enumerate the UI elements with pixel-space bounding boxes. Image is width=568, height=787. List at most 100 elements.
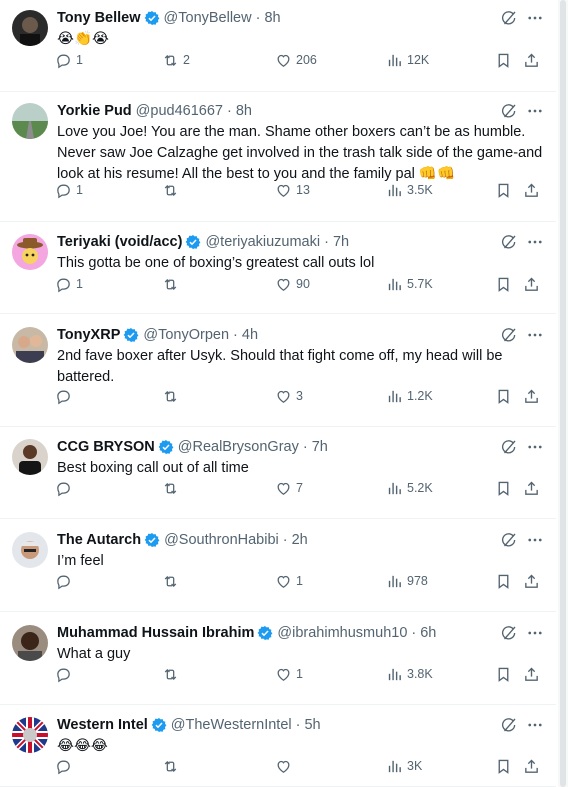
views-button[interactable]: 3.8K: [386, 663, 433, 685]
display-name[interactable]: Western Intel: [57, 717, 148, 733]
username-handle[interactable]: @TonyOrpen: [143, 327, 229, 343]
display-name[interactable]: Tony Bellew: [57, 10, 141, 26]
bookmark-button[interactable]: [495, 49, 512, 71]
share-button[interactable]: [523, 385, 540, 407]
more-icon[interactable]: [526, 438, 544, 456]
grok-icon[interactable]: [500, 326, 518, 344]
avatar[interactable]: [12, 717, 48, 753]
display-name[interactable]: Teriyaki (void/acc): [57, 234, 182, 250]
timestamp[interactable]: 6h: [420, 625, 436, 641]
reply-button[interactable]: 1: [55, 273, 83, 295]
retweet-button[interactable]: 2: [162, 49, 190, 71]
grok-icon[interactable]: [500, 233, 518, 251]
like-button[interactable]: 90: [275, 273, 310, 295]
tweet-item[interactable]: Yorkie Pud @pud461667 · 8h Love you Joe!…: [0, 92, 556, 222]
tweet-item[interactable]: Teriyaki (void/acc) @teriyakiuzumaki · 7…: [0, 222, 556, 314]
tweet-item[interactable]: TonyXRP @TonyOrpen · 4h 2nd fave boxer a…: [0, 314, 556, 427]
avatar[interactable]: [12, 327, 48, 363]
display-name[interactable]: CCG BRYSON: [57, 439, 155, 455]
scrollbar-thumb[interactable]: [560, 0, 566, 787]
views-button[interactable]: 12K: [386, 49, 429, 71]
like-button[interactable]: 7: [275, 477, 303, 499]
grok-icon[interactable]: [500, 102, 518, 120]
avatar[interactable]: [12, 234, 48, 270]
tweet-item[interactable]: Tony Bellew @TonyBellew · 8h 😭👏😭 1 2 206…: [0, 0, 556, 92]
timestamp[interactable]: 8h: [264, 10, 280, 26]
username-handle[interactable]: @pud461667: [136, 103, 223, 119]
avatar[interactable]: [12, 103, 48, 139]
like-button[interactable]: [275, 755, 296, 777]
views-button[interactable]: 5.7K: [386, 273, 433, 295]
share-button[interactable]: [523, 477, 540, 499]
tweet-item[interactable]: Muhammad Hussain Ibrahim @ibrahimhusmuh1…: [0, 612, 556, 705]
username-handle[interactable]: @TheWesternIntel: [171, 717, 292, 733]
like-button[interactable]: 1: [275, 663, 303, 685]
retweet-button[interactable]: [162, 477, 183, 499]
avatar[interactable]: [12, 439, 48, 475]
timestamp[interactable]: 2h: [292, 532, 308, 548]
bookmark-button[interactable]: [495, 755, 512, 777]
share-button[interactable]: [523, 755, 540, 777]
more-icon[interactable]: [526, 233, 544, 251]
bookmark-button[interactable]: [495, 179, 512, 201]
reply-button[interactable]: [55, 663, 76, 685]
like-button[interactable]: 1: [275, 570, 303, 592]
grok-icon[interactable]: [500, 9, 518, 27]
share-button[interactable]: [523, 570, 540, 592]
display-name[interactable]: The Autarch: [57, 532, 141, 548]
reply-button[interactable]: [55, 755, 76, 777]
bookmark-button[interactable]: [495, 385, 512, 407]
username-handle[interactable]: @TonyBellew: [164, 10, 252, 26]
reply-button[interactable]: 1: [55, 179, 83, 201]
reply-button[interactable]: [55, 385, 76, 407]
bookmark-button[interactable]: [495, 477, 512, 499]
retweet-button[interactable]: [162, 663, 183, 685]
retweet-button[interactable]: [162, 570, 183, 592]
more-icon[interactable]: [526, 716, 544, 734]
more-icon[interactable]: [526, 9, 544, 27]
timestamp[interactable]: 4h: [242, 327, 258, 343]
share-button[interactable]: [523, 179, 540, 201]
timestamp[interactable]: 5h: [304, 717, 320, 733]
timestamp[interactable]: 7h: [312, 439, 328, 455]
scrollbar[interactable]: [558, 0, 568, 787]
more-icon[interactable]: [526, 624, 544, 642]
grok-icon[interactable]: [500, 438, 518, 456]
username-handle[interactable]: @SouthronHabibi: [164, 532, 279, 548]
views-button[interactable]: 1.2K: [386, 385, 433, 407]
reply-button[interactable]: [55, 477, 76, 499]
display-name[interactable]: Muhammad Hussain Ibrahim: [57, 625, 254, 641]
grok-icon[interactable]: [500, 716, 518, 734]
bookmark-button[interactable]: [495, 570, 512, 592]
tweet-item[interactable]: Western Intel @TheWesternIntel · 5h 😂😂😂 …: [0, 705, 556, 787]
tweet-item[interactable]: CCG BRYSON @RealBrysonGray · 7h Best box…: [0, 427, 556, 519]
views-button[interactable]: 5.2K: [386, 477, 433, 499]
views-button[interactable]: 978: [386, 570, 428, 592]
timestamp[interactable]: 7h: [333, 234, 349, 250]
grok-icon[interactable]: [500, 624, 518, 642]
like-button[interactable]: 13: [275, 179, 310, 201]
username-handle[interactable]: @ibrahimhusmuh10: [277, 625, 407, 641]
timestamp[interactable]: 8h: [236, 103, 252, 119]
username-handle[interactable]: @RealBrysonGray: [178, 439, 299, 455]
share-button[interactable]: [523, 273, 540, 295]
share-button[interactable]: [523, 663, 540, 685]
tweet-item[interactable]: The Autarch @SouthronHabibi · 2h I’m fee…: [0, 519, 556, 612]
more-icon[interactable]: [526, 531, 544, 549]
reply-button[interactable]: [55, 570, 76, 592]
display-name[interactable]: TonyXRP: [57, 327, 120, 343]
avatar[interactable]: [12, 625, 48, 661]
more-icon[interactable]: [526, 326, 544, 344]
retweet-button[interactable]: [162, 179, 183, 201]
views-button[interactable]: 3.5K: [386, 179, 433, 201]
retweet-button[interactable]: [162, 273, 183, 295]
grok-icon[interactable]: [500, 531, 518, 549]
retweet-button[interactable]: [162, 385, 183, 407]
more-icon[interactable]: [526, 102, 544, 120]
avatar[interactable]: [12, 532, 48, 568]
like-button[interactable]: 3: [275, 385, 303, 407]
reply-button[interactable]: 1: [55, 49, 83, 71]
like-button[interactable]: 206: [275, 49, 317, 71]
display-name[interactable]: Yorkie Pud: [57, 103, 132, 119]
bookmark-button[interactable]: [495, 273, 512, 295]
